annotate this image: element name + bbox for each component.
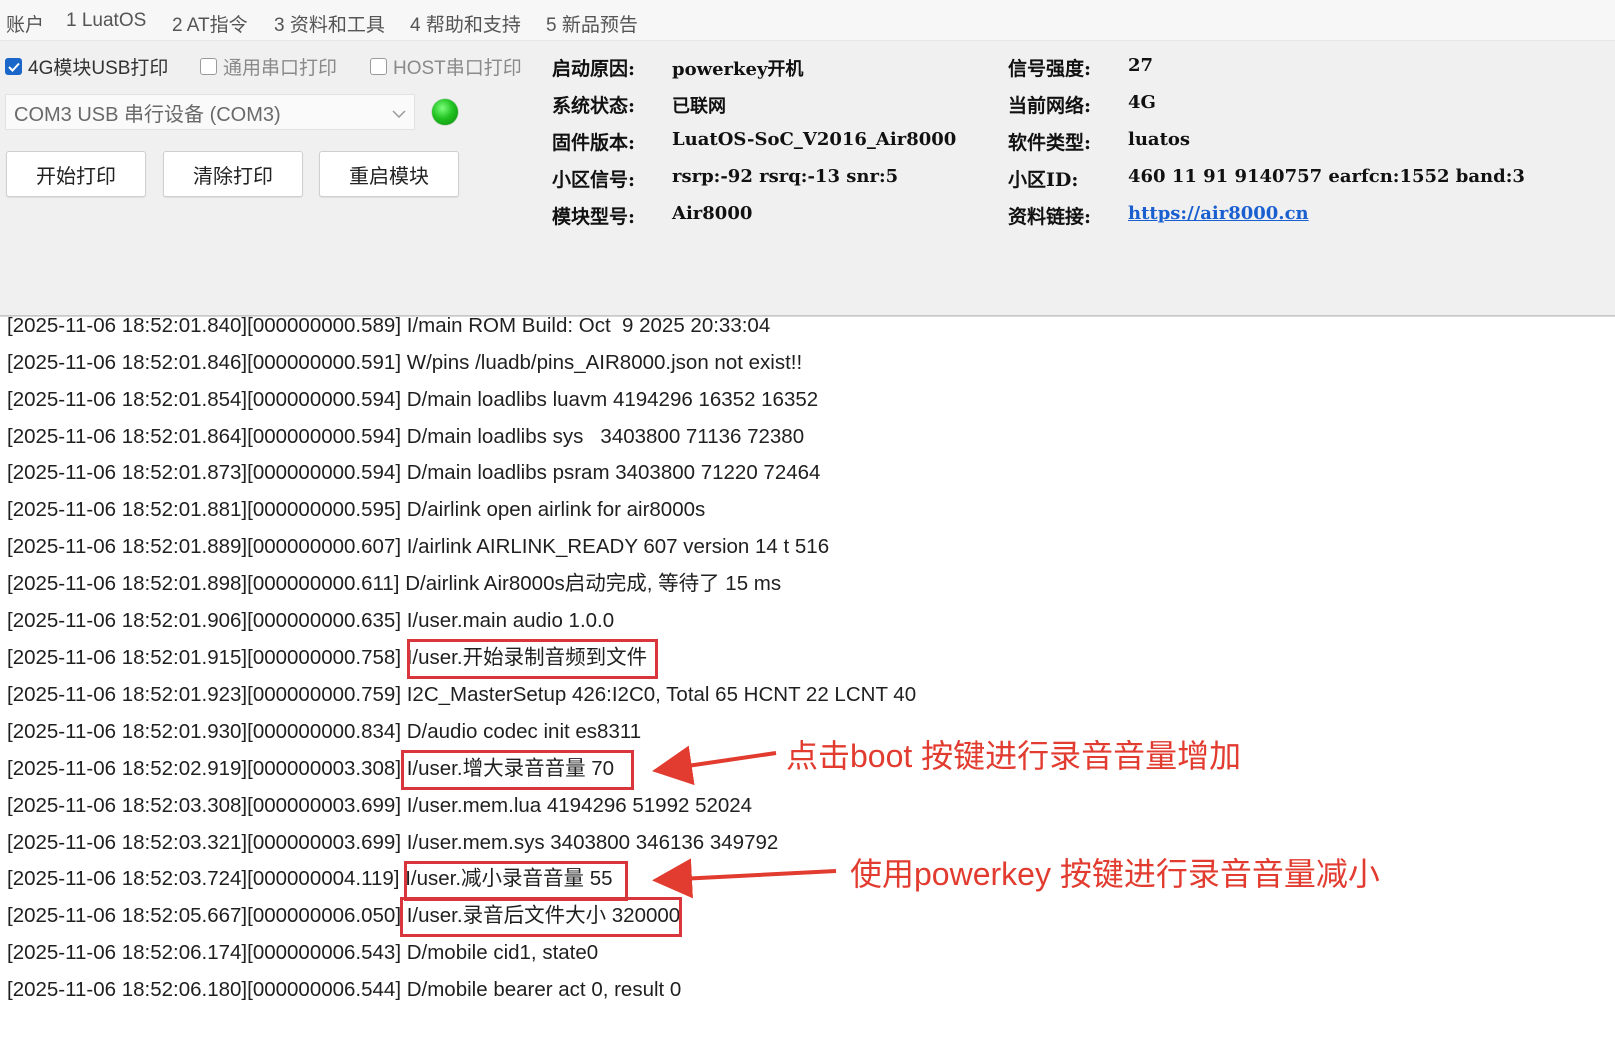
network-value: 4G [1128,92,1156,113]
restart-module-button[interactable]: 重启模块 [319,151,459,197]
host-print-label: HOST串口打印 [393,58,522,79]
annotation-arrows [652,745,837,899]
serial-print-checkbox[interactable]: 通用串口打印 [200,53,337,80]
docs-link[interactable]: https://air8000.cn [1128,203,1309,224]
system-state-label: 系统状态: [552,95,636,117]
serial-print-label: 通用串口打印 [223,58,338,79]
menu-luatos[interactable]: 1 LuatOS [66,10,146,32]
cell-signal-label: 小区信号: [552,169,636,191]
module-model-label: 模块型号: [552,206,636,228]
clear-print-button[interactable]: 清除打印 [163,151,303,197]
system-state-value: 已联网 [672,96,726,117]
firmware-label: 固件版本: [552,132,636,154]
menu-new-products[interactable]: 5 新品预告 [546,10,638,37]
software-type-value: luatos [1128,129,1191,150]
arrow-icon [652,745,777,786]
signal-strength-value: 27 [1128,55,1154,76]
cell-id-value: 460 11 91 9140757 earfcn:1552 band:3 [1128,166,1525,187]
checkbox-checked-icon [5,58,22,75]
menu-at-commands[interactable]: 2 AT指令 [172,10,248,37]
cell-signal-value: rsrp:-92 rsrq:-13 snr:5 [672,166,899,187]
boot-reason-label: 启动原因: [552,58,636,80]
menu-account[interactable]: 账户 [6,10,44,37]
port-select-value: COM3 USB 串行设备 (COM3) [14,103,281,126]
checkbox-unchecked-icon [370,58,387,75]
annotation-powerkey: 使用powerkey 按键进行录音音量减小 [850,856,1380,892]
menu-help-support[interactable]: 4 帮助和支持 [410,10,521,37]
checkbox-unchecked-icon [200,58,217,75]
port-select[interactable]: COM3 USB 串行设备 (COM3) [5,94,415,130]
annotation-boot-key: 点击boot 按键进行录音音量增加 [786,738,1242,774]
docs-link-label: 资料链接: [1008,206,1092,228]
signal-strength-label: 信号强度: [1008,58,1092,80]
usb-print-label: 4G模块USB打印 [28,58,169,79]
cell-id-label: 小区ID: [1008,169,1079,191]
chevron-down-icon [392,101,406,124]
menu-bar: 账户 1 LuatOS 2 AT指令 3 资料和工具 4 帮助和支持 5 新品预… [0,0,1615,41]
menu-docs-tools[interactable]: 3 资料和工具 [274,10,385,37]
usb-print-checkbox[interactable]: 4G模块USB打印 [5,53,168,80]
boot-reason-value: powerkey开机 [672,59,804,80]
host-print-checkbox[interactable]: HOST串口打印 [370,53,522,80]
network-label: 当前网络: [1008,95,1092,117]
module-model-value: Air8000 [672,203,753,224]
log-output[interactable]: [2025-11-06 18:52:01.840][000000000.589]… [0,314,1615,1044]
start-print-button[interactable]: 开始打印 [6,151,146,197]
firmware-value: LuatOS-SoC_V2016_Air8000 [672,129,957,150]
connection-status-led [432,99,458,125]
control-panel: 4G模块USB打印 通用串口打印 HOST串口打印 COM3 USB 串行设备 … [0,41,1615,316]
software-type-label: 软件类型: [1008,132,1092,154]
arrow-icon [652,858,837,899]
